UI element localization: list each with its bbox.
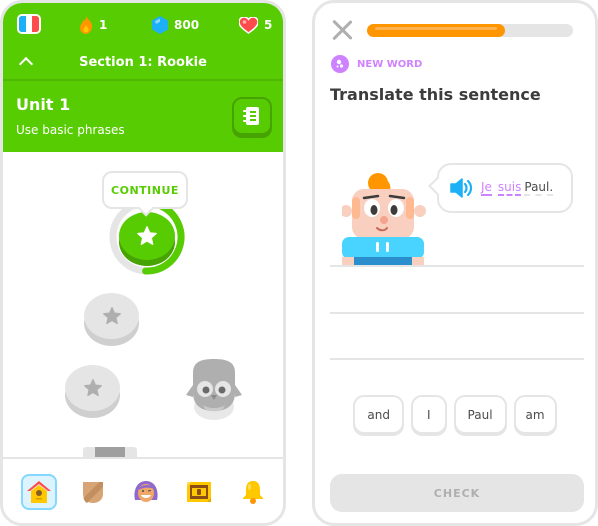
lesson-progress-fill [367, 24, 506, 37]
speech-bubble: Je suis Paul. [437, 163, 573, 213]
word-chip[interactable]: and [353, 395, 404, 434]
stats-bar: 1 800 5 [3, 3, 283, 47]
word-chip[interactable]: am [513, 395, 557, 434]
unit-subtitle: Use basic phrases [16, 123, 125, 137]
locked-lesson-node[interactable] [84, 293, 139, 339]
character-illustration [342, 173, 426, 267]
avatar-icon [134, 481, 158, 502]
lesson-path: CONTINUE [3, 152, 283, 457]
chest-icon [187, 482, 211, 502]
star-icon [137, 226, 157, 245]
hint-word[interactable]: Je [481, 180, 492, 196]
prompt-title: Translate this sentence [330, 85, 541, 104]
section-header[interactable]: Section 1: Rookie [3, 47, 283, 81]
heart-icon [239, 16, 258, 34]
course-path-screen: 1 800 5 Section 1: Rookie Unit 1 Use bas… [0, 0, 286, 526]
sentence-word[interactable]: Paul. [524, 180, 554, 196]
new-word-label: NEW WORD [357, 58, 423, 70]
hint-word[interactable]: suis [497, 180, 522, 196]
gem-icon [152, 16, 168, 34]
nav-learn[interactable] [21, 474, 57, 510]
active-lesson-node[interactable] [119, 212, 175, 260]
new-word-badge: NEW WORD [331, 55, 422, 73]
shield-icon [83, 482, 103, 503]
hearts-count: 5 [264, 18, 273, 32]
streak-count: 1 [99, 18, 108, 32]
treasure-chest-node[interactable] [83, 443, 137, 457]
nav-leagues[interactable] [75, 474, 111, 510]
close-icon[interactable] [331, 19, 353, 41]
word-chip[interactable]: Paul [453, 395, 507, 434]
lesson-progress-bar [367, 24, 573, 37]
nav-shop[interactable] [181, 474, 217, 510]
continue-tooltip[interactable]: CONTINUE [102, 171, 188, 209]
flame-icon [80, 16, 93, 34]
bell-icon [243, 481, 263, 504]
sparkle-icon [331, 55, 349, 73]
star-icon [83, 379, 102, 397]
answer-line [330, 312, 584, 314]
bottom-nav [3, 457, 283, 523]
gems-count: 800 [174, 18, 200, 32]
french-flag-icon[interactable] [17, 14, 41, 34]
progress-shine [375, 27, 498, 30]
nav-profile[interactable] [128, 474, 164, 510]
hearts-stat[interactable]: 5 [239, 15, 272, 35]
continue-label: CONTINUE [111, 183, 179, 197]
answer-line [330, 358, 584, 360]
speaker-icon[interactable] [449, 178, 475, 198]
notebook-icon [243, 107, 259, 125]
unit-title: Unit 1 [16, 95, 71, 114]
word-bank: and I Paul am [315, 395, 595, 434]
guidebook-button[interactable] [232, 97, 272, 135]
streak-stat[interactable]: 1 [79, 15, 107, 35]
section-title: Section 1: Rookie [79, 55, 207, 70]
nav-notifications[interactable] [235, 474, 271, 510]
answer-line [330, 265, 584, 267]
word-chip[interactable]: I [410, 395, 447, 434]
exercise-screen: NEW WORD Translate this sentence Je suis… [312, 0, 598, 526]
gems-stat[interactable]: 800 [152, 15, 199, 35]
check-button[interactable]: CHECK [330, 474, 584, 512]
locked-lesson-node[interactable] [65, 365, 120, 411]
owl-mascot-icon [186, 359, 242, 420]
home-icon [27, 481, 51, 503]
star-icon [102, 307, 121, 325]
